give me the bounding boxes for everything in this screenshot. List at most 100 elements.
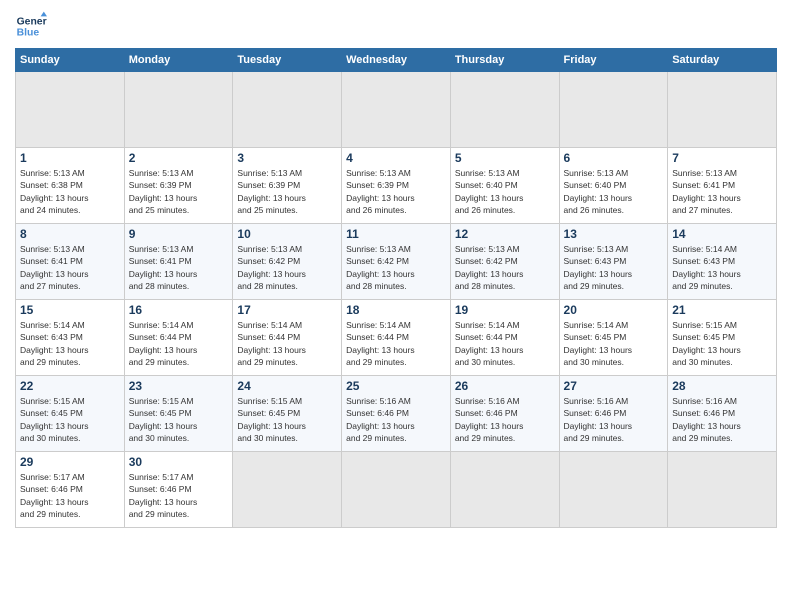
- calendar-week-row: 22 Sunrise: 5:15 AM Sunset: 6:45 PM Dayli…: [16, 376, 777, 452]
- day-detail: Sunrise: 5:13 AM Sunset: 6:42 PM Dayligh…: [237, 243, 337, 292]
- calendar-cell: 18 Sunrise: 5:14 AM Sunset: 6:44 PM Dayli…: [342, 300, 451, 376]
- day-number: 24: [237, 379, 337, 393]
- day-number: 9: [129, 227, 229, 241]
- day-number: 29: [20, 455, 120, 469]
- svg-text:Blue: Blue: [17, 28, 40, 39]
- calendar-cell: [124, 72, 233, 148]
- calendar-cell: [233, 72, 342, 148]
- day-number: 23: [129, 379, 229, 393]
- day-number: 25: [346, 379, 446, 393]
- weekday-header: Monday: [124, 49, 233, 72]
- calendar-cell: 3 Sunrise: 5:13 AM Sunset: 6:39 PM Daylig…: [233, 148, 342, 224]
- weekday-header: Tuesday: [233, 49, 342, 72]
- day-number: 14: [672, 227, 772, 241]
- calendar-cell: 15Sunrise: 5:14 AM Sunset: 6:43 PM Dayli…: [16, 300, 125, 376]
- page-container: General Blue SundayMondayTuesdayWednesda…: [0, 0, 792, 538]
- day-detail: Sunrise: 5:17 AM Sunset: 6:46 PM Dayligh…: [20, 471, 120, 520]
- day-number: 2: [129, 151, 229, 165]
- weekday-header: Friday: [559, 49, 668, 72]
- calendar-cell: 1 Sunrise: 5:13 AM Sunset: 6:38 PM Daylig…: [16, 148, 125, 224]
- weekday-header: Wednesday: [342, 49, 451, 72]
- calendar-cell: 12 Sunrise: 5:13 AM Sunset: 6:42 PM Dayli…: [450, 224, 559, 300]
- calendar-cell: 28 Sunrise: 5:16 AM Sunset: 6:46 PM Dayli…: [668, 376, 777, 452]
- calendar-week-row: 8 Sunrise: 5:13 AM Sunset: 6:41 PM Daylig…: [16, 224, 777, 300]
- day-number: 18: [346, 303, 446, 317]
- day-detail: Sunrise: 5:13 AM Sunset: 6:42 PM Dayligh…: [346, 243, 446, 292]
- calendar-cell: [233, 452, 342, 528]
- day-number: 16: [129, 303, 229, 317]
- calendar-cell: [16, 72, 125, 148]
- day-detail: Sunrise: 5:14 AM Sunset: 6:45 PM Dayligh…: [564, 319, 664, 368]
- day-detail: Sunrise: 5:14 AM Sunset: 6:44 PM Dayligh…: [237, 319, 337, 368]
- day-number: 12: [455, 227, 555, 241]
- day-detail: Sunrise: 5:13 AM Sunset: 6:40 PM Dayligh…: [455, 167, 555, 216]
- day-detail: Sunrise: 5:13 AM Sunset: 6:39 PM Dayligh…: [237, 167, 337, 216]
- calendar-cell: 9 Sunrise: 5:13 AM Sunset: 6:41 PM Daylig…: [124, 224, 233, 300]
- calendar-week-row: 15Sunrise: 5:14 AM Sunset: 6:43 PM Dayli…: [16, 300, 777, 376]
- calendar-cell: 24 Sunrise: 5:15 AM Sunset: 6:45 PM Dayli…: [233, 376, 342, 452]
- calendar-cell: [668, 452, 777, 528]
- calendar-cell: [668, 72, 777, 148]
- day-number: 27: [564, 379, 664, 393]
- calendar-cell: 6Sunrise: 5:13 AM Sunset: 6:40 PM Daylig…: [559, 148, 668, 224]
- calendar-cell: 17 Sunrise: 5:14 AM Sunset: 6:44 PM Dayli…: [233, 300, 342, 376]
- day-number: 1: [20, 151, 120, 165]
- calendar-cell: 30Sunrise: 5:17 AM Sunset: 6:46 PM Dayli…: [124, 452, 233, 528]
- calendar-cell: 20 Sunrise: 5:14 AM Sunset: 6:45 PM Dayli…: [559, 300, 668, 376]
- day-number: 3: [237, 151, 337, 165]
- calendar-cell: 16Sunrise: 5:14 AM Sunset: 6:44 PM Dayli…: [124, 300, 233, 376]
- calendar-cell: 8 Sunrise: 5:13 AM Sunset: 6:41 PM Daylig…: [16, 224, 125, 300]
- weekday-header: Thursday: [450, 49, 559, 72]
- calendar-cell: 13Sunrise: 5:13 AM Sunset: 6:43 PM Dayli…: [559, 224, 668, 300]
- day-number: 21: [672, 303, 772, 317]
- calendar-week-row: 29 Sunrise: 5:17 AM Sunset: 6:46 PM Dayli…: [16, 452, 777, 528]
- weekday-header: Saturday: [668, 49, 777, 72]
- calendar-cell: [342, 72, 451, 148]
- calendar-cell: 10 Sunrise: 5:13 AM Sunset: 6:42 PM Dayli…: [233, 224, 342, 300]
- day-number: 26: [455, 379, 555, 393]
- day-number: 20: [564, 303, 664, 317]
- day-detail: Sunrise: 5:16 AM Sunset: 6:46 PM Dayligh…: [564, 395, 664, 444]
- day-number: 8: [20, 227, 120, 241]
- day-detail: Sunrise: 5:15 AM Sunset: 6:45 PM Dayligh…: [20, 395, 120, 444]
- calendar-cell: [450, 72, 559, 148]
- day-detail: Sunrise: 5:13 AM Sunset: 6:42 PM Dayligh…: [455, 243, 555, 292]
- day-number: 11: [346, 227, 446, 241]
- calendar-cell: [450, 452, 559, 528]
- calendar-cell: 2 Sunrise: 5:13 AM Sunset: 6:39 PM Daylig…: [124, 148, 233, 224]
- day-detail: Sunrise: 5:13 AM Sunset: 6:39 PM Dayligh…: [129, 167, 229, 216]
- day-number: 30: [129, 455, 229, 469]
- day-number: 10: [237, 227, 337, 241]
- day-detail: Sunrise: 5:15 AM Sunset: 6:45 PM Dayligh…: [237, 395, 337, 444]
- calendar-table: SundayMondayTuesdayWednesdayThursdayFrid…: [15, 48, 777, 528]
- day-detail: Sunrise: 5:16 AM Sunset: 6:46 PM Dayligh…: [346, 395, 446, 444]
- calendar-cell: [342, 452, 451, 528]
- svg-text:General: General: [17, 16, 47, 27]
- calendar-cell: [559, 72, 668, 148]
- day-number: 19: [455, 303, 555, 317]
- calendar-cell: 19 Sunrise: 5:14 AM Sunset: 6:44 PM Dayli…: [450, 300, 559, 376]
- calendar-week-row: 1 Sunrise: 5:13 AM Sunset: 6:38 PM Daylig…: [16, 148, 777, 224]
- day-detail: Sunrise: 5:14 AM Sunset: 6:44 PM Dayligh…: [346, 319, 446, 368]
- calendar-cell: 11 Sunrise: 5:13 AM Sunset: 6:42 PM Dayli…: [342, 224, 451, 300]
- day-detail: Sunrise: 5:14 AM Sunset: 6:44 PM Dayligh…: [455, 319, 555, 368]
- calendar-cell: 27 Sunrise: 5:16 AM Sunset: 6:46 PM Dayli…: [559, 376, 668, 452]
- day-detail: Sunrise: 5:16 AM Sunset: 6:46 PM Dayligh…: [672, 395, 772, 444]
- calendar-cell: 7Sunrise: 5:13 AM Sunset: 6:41 PM Daylig…: [668, 148, 777, 224]
- calendar-cell: 22 Sunrise: 5:15 AM Sunset: 6:45 PM Dayli…: [16, 376, 125, 452]
- day-detail: Sunrise: 5:13 AM Sunset: 6:38 PM Dayligh…: [20, 167, 120, 216]
- day-detail: Sunrise: 5:13 AM Sunset: 6:41 PM Dayligh…: [20, 243, 120, 292]
- day-detail: Sunrise: 5:13 AM Sunset: 6:40 PM Dayligh…: [564, 167, 664, 216]
- logo: General Blue: [15, 10, 47, 42]
- day-detail: Sunrise: 5:13 AM Sunset: 6:41 PM Dayligh…: [129, 243, 229, 292]
- day-number: 28: [672, 379, 772, 393]
- day-number: 17: [237, 303, 337, 317]
- day-detail: Sunrise: 5:14 AM Sunset: 6:43 PM Dayligh…: [672, 243, 772, 292]
- day-detail: Sunrise: 5:16 AM Sunset: 6:46 PM Dayligh…: [455, 395, 555, 444]
- day-detail: Sunrise: 5:15 AM Sunset: 6:45 PM Dayligh…: [672, 319, 772, 368]
- day-detail: Sunrise: 5:13 AM Sunset: 6:39 PM Dayligh…: [346, 167, 446, 216]
- calendar-header-row: SundayMondayTuesdayWednesdayThursdayFrid…: [16, 49, 777, 72]
- day-number: 22: [20, 379, 120, 393]
- day-number: 13: [564, 227, 664, 241]
- day-detail: Sunrise: 5:13 AM Sunset: 6:41 PM Dayligh…: [672, 167, 772, 216]
